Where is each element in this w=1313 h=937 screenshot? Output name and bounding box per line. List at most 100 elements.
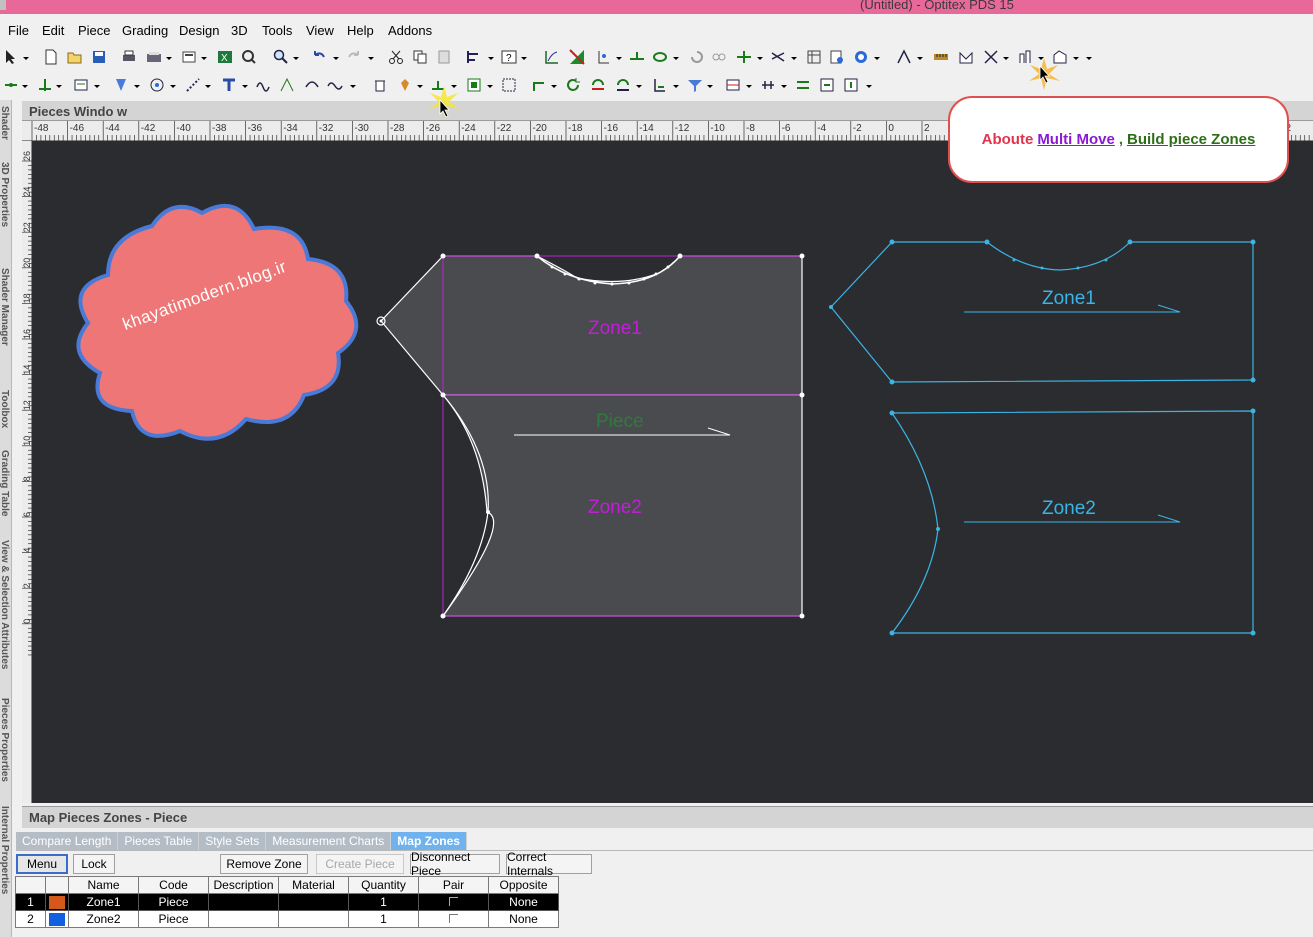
help-icon[interactable]: ? [500,48,518,66]
multi-move-link[interactable]: Multi Move [1037,131,1115,148]
pin-icon[interactable] [396,76,414,94]
tab-view-selection-attributes[interactable]: View & Selection Attributes [0,540,10,669]
tab-pieces-table[interactable]: Pieces Table [118,832,200,850]
grid-select-icon[interactable] [500,76,518,94]
app-icon[interactable] [0,0,6,10]
col-header-name[interactable]: Name [68,876,139,894]
row-pair-checkbox[interactable] [418,893,489,911]
col-header-quantity[interactable]: Quantity [348,876,419,894]
export-icon[interactable] [180,48,198,66]
paste-icon[interactable] [435,48,453,66]
swap-icon[interactable] [794,76,812,94]
row-material[interactable] [278,893,349,911]
mirror-icon[interactable] [710,48,728,66]
save-icon[interactable] [90,48,108,66]
grade-rule-icon[interactable] [595,48,613,66]
flip-icon[interactable] [614,76,632,94]
row-quantity[interactable]: 1 [348,893,419,911]
tab-toolbox[interactable]: Toolbox [0,390,10,428]
curve-tool-icon[interactable] [254,76,272,94]
fold-icon[interactable] [568,48,586,66]
ruler-icon[interactable] [932,48,950,66]
layer-icon[interactable] [724,76,742,94]
piece-zone2-right[interactable] [889,408,1256,636]
draw-line-icon[interactable] [895,48,913,66]
col-header-description[interactable]: Description [208,876,279,894]
row-color-swatch[interactable] [45,893,69,911]
stitch-icon[interactable] [184,76,202,94]
row-name[interactable]: Zone1 [68,893,139,911]
export-piece-icon[interactable] [818,76,836,94]
multi-piece-icon[interactable] [465,76,483,94]
import-piece-icon[interactable] [842,76,860,94]
notch-icon[interactable] [628,48,646,66]
menu-view[interactable]: View [306,23,334,38]
menu-design[interactable]: Design [179,23,219,38]
col-header-pair[interactable]: Pair [418,876,489,894]
menu-addons[interactable]: Addons [388,23,432,38]
excel-icon[interactable]: X [216,48,234,66]
tab-shader[interactable]: Shader [0,106,10,140]
row-color-swatch[interactable] [45,910,69,928]
piece-zone1-right[interactable] [829,239,1256,385]
disconnect-piece-button[interactable]: Disconnect Piece [410,850,500,878]
button-hole-icon[interactable] [148,76,166,94]
menu-button[interactable]: Menu [16,854,68,874]
row-name[interactable]: Zone2 [68,910,139,928]
row-material[interactable] [278,910,349,928]
tab-shader-manager[interactable]: Shader Manager [0,268,10,346]
point-tool-icon[interactable] [2,76,20,94]
new-file-icon[interactable] [42,48,60,66]
zoom-icon[interactable] [272,48,290,66]
create-piece-button[interactable]: Create Piece [316,854,404,874]
menu-grading[interactable]: Grading [122,23,168,38]
smooth-icon[interactable] [278,76,296,94]
ellipse-tool-icon[interactable] [651,48,669,66]
pen-icon[interactable] [112,76,130,94]
rotate-piece-icon[interactable] [589,76,607,94]
tab-measurement-charts[interactable]: Measurement Charts [266,832,392,850]
internal-point-icon[interactable] [36,76,54,94]
marker-icon[interactable] [759,76,777,94]
table-row[interactable]: 1 Zone1 Piece 1 None [15,893,559,911]
menu-file[interactable]: File [8,23,29,38]
menu-piece[interactable]: Piece [78,23,111,38]
menu-tools[interactable]: Tools [262,23,292,38]
connect-icon[interactable] [530,76,548,94]
col-header-code[interactable]: Code [138,876,209,894]
menu-edit[interactable]: Edit [42,23,64,38]
row-pair-checkbox[interactable] [418,910,489,928]
seam-icon[interactable] [303,76,321,94]
tab-grading-table[interactable]: Grading Table [0,450,10,517]
row-opposite[interactable]: None [488,910,559,928]
text-icon[interactable] [220,76,238,94]
copy-icon[interactable] [411,48,429,66]
wave-icon[interactable] [326,76,344,94]
piece-left[interactable] [376,253,805,619]
rotate-icon[interactable] [688,48,706,66]
table-row[interactable]: 2 Zone2 Piece 1 None [15,910,559,928]
row-description[interactable] [208,910,279,928]
cut-icon[interactable] [387,48,405,66]
label-tool-icon[interactable] [72,76,90,94]
print-icon[interactable] [120,48,138,66]
row-opposite[interactable]: None [488,893,559,911]
tab-map-zones[interactable]: Map Zones [391,832,467,850]
correct-internals-button[interactable]: Correct Internals [506,850,592,878]
open-folder-icon[interactable] [66,48,84,66]
dart-icon[interactable] [957,48,975,66]
tab-style-sets[interactable]: Style Sets [199,832,267,850]
tab-internal-properties[interactable]: Internal Properties [0,806,10,894]
menu-help[interactable]: Help [347,23,374,38]
measure-icon[interactable] [543,48,561,66]
tab-pieces-properties[interactable]: Pieces Properties [0,698,10,782]
tab-3d-properties[interactable]: 3D Properties [0,162,10,227]
tab-compare-length[interactable]: Compare Length [16,832,119,850]
filter-icon[interactable] [686,76,704,94]
redo-icon[interactable] [345,48,363,66]
circle-icon[interactable] [852,48,870,66]
undo-icon[interactable] [310,48,328,66]
align-icon[interactable] [465,48,483,66]
col-header-opposite[interactable]: Opposite [488,876,559,894]
menu-3d[interactable]: 3D [231,23,248,38]
